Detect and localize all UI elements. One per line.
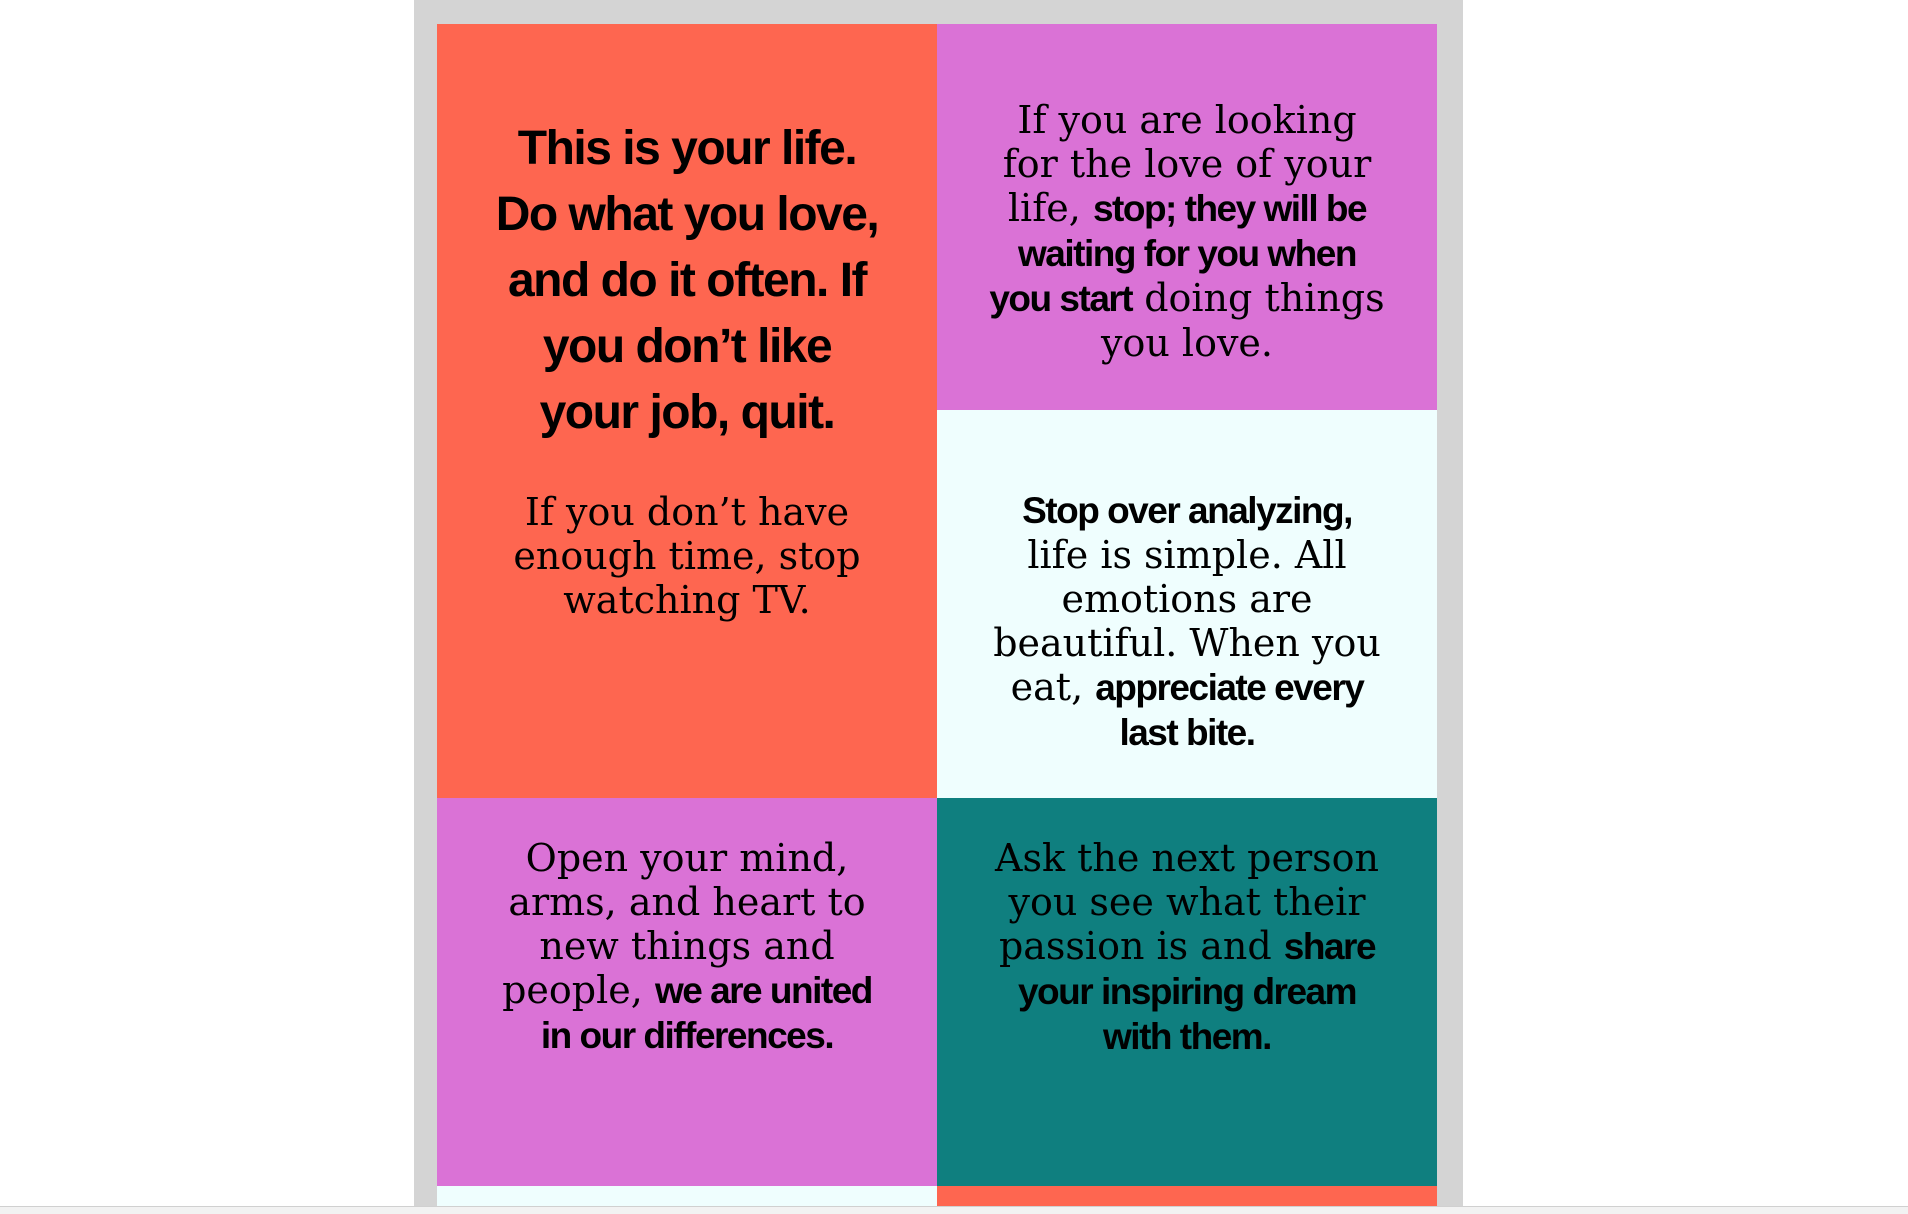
quote-text: Ask the next person you see what their p…	[987, 836, 1387, 1059]
quote-headline: This is your life. Do what you love, and…	[495, 122, 880, 439]
quote-tile-partial	[437, 1186, 937, 1206]
quote-text: Stop over analyzing, life is simple. All…	[987, 488, 1387, 755]
window-bottom-edge	[0, 1206, 1908, 1214]
quote-bold-text: appreciate every last bite.	[1095, 667, 1365, 753]
quote-tile-passion: Ask the next person you see what their p…	[937, 798, 1437, 1186]
quote-subtext: If you don’t have enough time, stop watc…	[513, 490, 861, 622]
page: This is your life. Do what you love, and…	[0, 0, 1908, 1214]
quote-tile-simple: Stop over analyzing, life is simple. All…	[937, 410, 1437, 798]
quote-tile-life: This is your life. Do what you love, and…	[437, 24, 937, 798]
quote-tile-partial	[937, 1186, 1437, 1206]
quote-tile-love: If you are looking for the love of your …	[937, 24, 1437, 410]
quote-bold-text: Stop over analyzing,	[1022, 490, 1353, 531]
quote-plain-text: doing things you love.	[1101, 276, 1385, 365]
quote-tile-open-mind: Open your mind, arms, and heart to new t…	[437, 798, 937, 1186]
quote-text: Open your mind, arms, and heart to new t…	[497, 836, 877, 1058]
quote-text: If you are looking for the love of your …	[987, 98, 1387, 365]
